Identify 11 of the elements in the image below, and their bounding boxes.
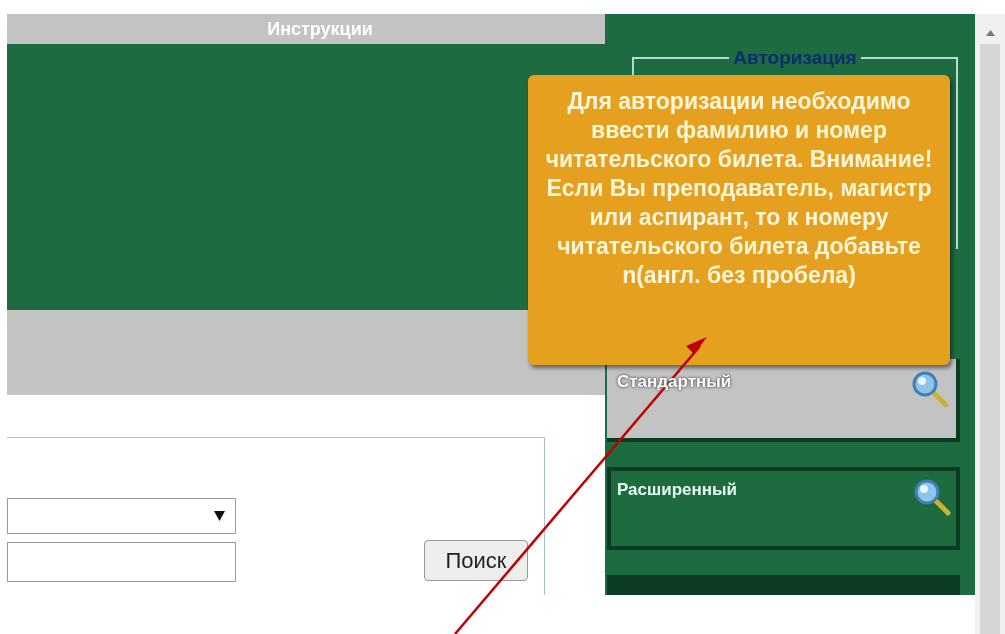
dropdown-arrow-icon — [214, 511, 225, 521]
tooltip-text: Для авторизации необходимо ввести фамилию и номер читательского билета. Внимание! Если Вы преподаватель, магистр или аспирант, то к номеру читательского билета добавьте n(англ. без пробела) — [544, 87, 934, 290]
search-button[interactable]: Поиск — [424, 540, 528, 581]
scroll-up-icon[interactable] — [985, 30, 995, 36]
magnifier-icon — [910, 369, 950, 409]
login-legend: Авторизация — [729, 44, 861, 73]
header-title: Инструкции — [267, 17, 373, 41]
dropdown-field[interactable] — [7, 498, 236, 534]
search-mode-tab[interactable]: Расширенный — [607, 467, 960, 550]
magnifier-icon — [912, 477, 952, 517]
search-input[interactable] — [7, 542, 236, 582]
